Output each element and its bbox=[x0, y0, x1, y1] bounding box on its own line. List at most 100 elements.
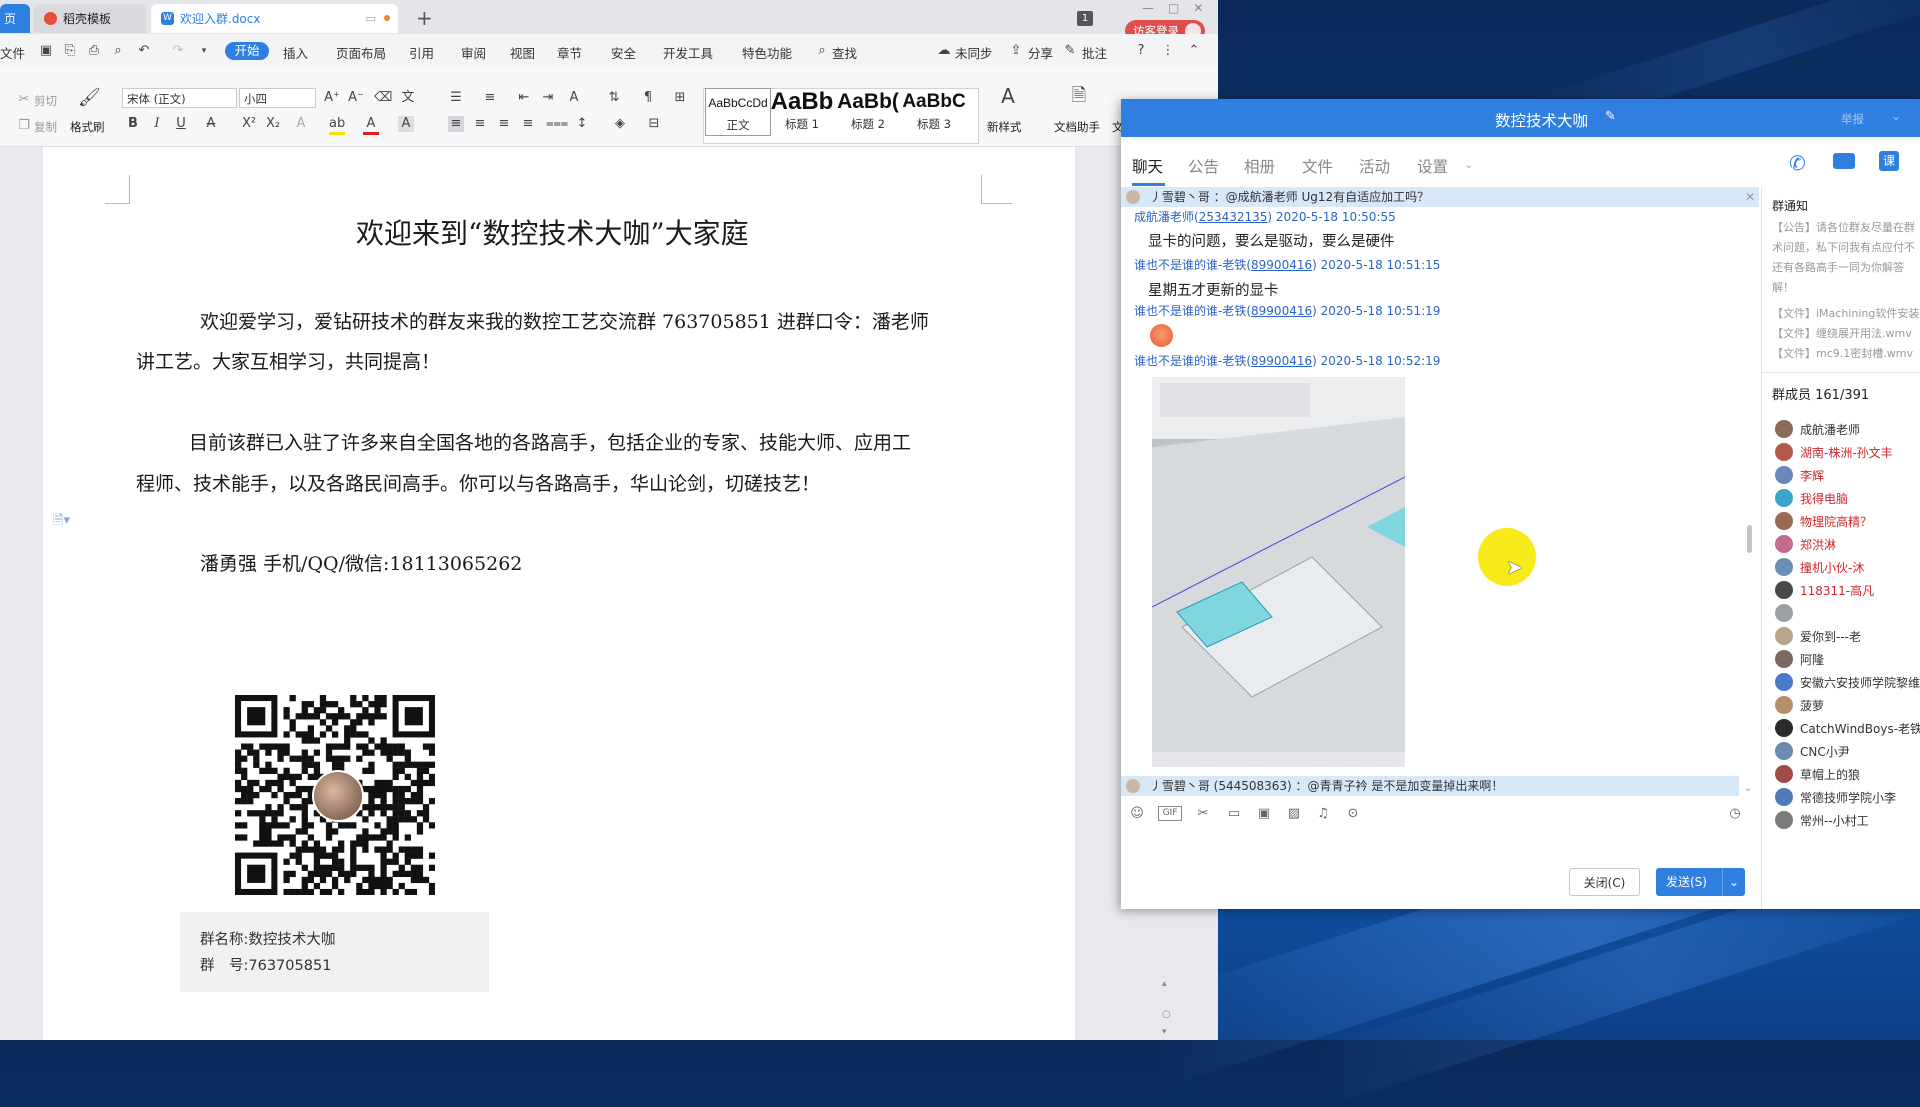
member-item[interactable]: 118311-高凡 bbox=[1775, 580, 1874, 600]
print-icon[interactable]: ⎙ bbox=[86, 43, 102, 59]
help-icon[interactable]: ? bbox=[1133, 43, 1149, 59]
member-item[interactable]: 我得电脑 bbox=[1775, 488, 1848, 508]
cut-icon[interactable]: ✂ bbox=[16, 92, 32, 108]
screenshot-scissors-icon[interactable]: ✂ bbox=[1195, 806, 1211, 822]
style-preset[interactable]: AaBb 标题 1 bbox=[770, 88, 834, 134]
member-item[interactable]: 菠萝 bbox=[1775, 695, 1824, 715]
justify-icon[interactable]: ≡ bbox=[520, 116, 536, 132]
scroll-select-object-icon[interactable]: ○ bbox=[1162, 1009, 1171, 1020]
cloud-sync-icon[interactable]: ☁ bbox=[936, 43, 952, 59]
search-icon[interactable]: ⌕ bbox=[814, 43, 830, 59]
group-class-icon[interactable]: 课 bbox=[1879, 151, 1899, 171]
notice-line[interactable]: 【公告】请各位群友尽量在群 bbox=[1772, 219, 1915, 235]
member-item[interactable]: 撞机小伙-沐 bbox=[1775, 557, 1864, 577]
tab-pin-icon[interactable]: ▭ bbox=[366, 12, 376, 25]
show-marks-icon[interactable]: ¶ bbox=[640, 90, 656, 106]
nav-tab[interactable]: 文件 bbox=[1302, 155, 1333, 177]
member-item[interactable]: 常州--小村工 bbox=[1775, 810, 1869, 830]
menu-item[interactable]: 页面布局 bbox=[336, 43, 386, 62]
style-preset[interactable]: AaBbCcDd 正文 bbox=[705, 88, 771, 136]
redo-icon[interactable]: ↷ bbox=[170, 43, 186, 59]
close-notice-icon[interactable]: ✕ bbox=[1745, 187, 1755, 207]
title-dropdown-icon[interactable]: ⌄ bbox=[1891, 109, 1901, 123]
msg-sender[interactable]: 谁也不是谁的谁-老铁 bbox=[1134, 258, 1246, 272]
edit-title-icon[interactable]: ✎ bbox=[1605, 109, 1616, 124]
menu-comment[interactable]: 批注 bbox=[1082, 43, 1107, 62]
menu-start[interactable]: 开始 bbox=[225, 42, 269, 60]
export-pdf-icon[interactable]: ⎘ bbox=[62, 43, 78, 59]
send-button[interactable]: 发送(S) ⌄ bbox=[1656, 868, 1745, 896]
more-icon[interactable]: ⋮ bbox=[1160, 43, 1176, 59]
image-icon[interactable]: ▨ bbox=[1286, 806, 1302, 822]
new-style-label[interactable]: 新样式 bbox=[987, 119, 1022, 135]
sort-icon[interactable]: ⇅ bbox=[606, 90, 622, 106]
menu-file[interactable]: 文件 bbox=[0, 43, 25, 62]
emoji-icon[interactable]: ☺ bbox=[1129, 806, 1145, 822]
msg-qq-number[interactable]: 89900416 bbox=[1251, 258, 1312, 272]
pinned-notice-bar[interactable]: 丿雪碧丶哥 ：@成航潘老师 Ug12有自适应加工吗？ ✕ bbox=[1121, 187, 1759, 207]
report-label[interactable]: 举报 bbox=[1841, 111, 1864, 127]
menu-search[interactable]: 查找 bbox=[832, 43, 857, 62]
superscript-icon[interactable]: X² bbox=[241, 116, 257, 132]
member-item[interactable]: 阿隆 bbox=[1775, 649, 1824, 669]
comment-icon[interactable]: ✎ bbox=[1062, 43, 1078, 59]
tab-home[interactable]: 页 bbox=[0, 4, 30, 33]
highlight-icon[interactable]: ab bbox=[329, 116, 345, 135]
undo-icon[interactable]: ↶ bbox=[136, 43, 152, 59]
borders-icon[interactable]: ⊟ bbox=[646, 116, 662, 132]
save-icon[interactable]: ▣ bbox=[38, 43, 54, 59]
nav-tab[interactable]: 设置 bbox=[1417, 155, 1448, 177]
folder-icon[interactable]: ▭ bbox=[1226, 806, 1242, 822]
member-item[interactable]: CatchWindBoys-老铁 bbox=[1775, 718, 1920, 738]
scroll-to-bottom-icon[interactable]: ⌄ bbox=[1744, 783, 1752, 794]
voice-call-icon[interactable]: ✆ bbox=[1789, 151, 1806, 175]
scroll-next-page-icon[interactable]: ▾ bbox=[1162, 1027, 1167, 1037]
nav-tab[interactable]: 聊天 bbox=[1132, 155, 1163, 177]
line-spacing-icon[interactable]: ↕ bbox=[574, 116, 590, 132]
copy-icon[interactable]: ❐ bbox=[16, 118, 32, 134]
nav-tab[interactable]: 活动 bbox=[1359, 155, 1390, 177]
table-layout-icon[interactable]: ⊞ bbox=[672, 90, 688, 106]
notice-line[interactable]: 术问题，私下问我有点应付不 bbox=[1772, 239, 1915, 255]
tab-document[interactable]: W 欢迎入群.docx ▭ bbox=[151, 4, 398, 33]
file-line[interactable]: 【文件】iMachining软件安装 bbox=[1772, 305, 1919, 321]
char-case-icon[interactable]: A bbox=[566, 90, 582, 106]
format-painter-icon[interactable]: 🖌 bbox=[78, 89, 101, 107]
msg-qq-number[interactable]: 253432135 bbox=[1199, 210, 1268, 224]
menu-item[interactable]: 安全 bbox=[611, 43, 636, 62]
menu-item[interactable]: 特色功能 bbox=[742, 43, 792, 62]
screenshot-image-message[interactable] bbox=[1152, 377, 1405, 767]
print-preview-icon[interactable]: ⌕ bbox=[110, 43, 126, 59]
send-options-dropdown-icon[interactable]: ⌄ bbox=[1722, 868, 1745, 896]
chat-scrollbar-thumb[interactable] bbox=[1747, 525, 1752, 553]
member-item[interactable]: 湖南-株洲-孙文丰 bbox=[1775, 442, 1893, 462]
new-style-icon[interactable]: A bbox=[995, 86, 1021, 106]
tab-template[interactable]: 稻壳模板 bbox=[34, 4, 146, 33]
file-line[interactable]: 【文件】缠绕展开用法.wmv bbox=[1772, 325, 1912, 341]
align-left-icon[interactable]: ≡ bbox=[448, 116, 464, 132]
cut-label[interactable]: 剪切 bbox=[34, 93, 57, 109]
strikethrough-icon[interactable]: A bbox=[203, 116, 219, 132]
align-right-icon[interactable]: ≡ bbox=[496, 116, 512, 132]
menu-item[interactable]: 审阅 bbox=[461, 43, 486, 62]
copy-label[interactable]: 复制 bbox=[34, 119, 57, 135]
menu-item[interactable]: 章节 bbox=[557, 43, 582, 62]
decrease-indent-icon[interactable]: ⇤ bbox=[516, 90, 532, 106]
increase-indent-icon[interactable]: ⇥ bbox=[540, 90, 556, 106]
doc-assistant-icon[interactable]: 🗎 bbox=[1068, 87, 1090, 105]
menu-unsynced[interactable]: 未同步 bbox=[955, 43, 993, 62]
member-item[interactable]: 李辉 bbox=[1775, 465, 1824, 485]
member-item[interactable]: 常德技师学院小李 bbox=[1775, 787, 1896, 807]
member-item[interactable]: CNC小尹 bbox=[1775, 741, 1850, 761]
numbering-icon[interactable]: ≡ bbox=[482, 90, 498, 106]
file-share-icon[interactable]: ▣ bbox=[1256, 806, 1272, 822]
clear-format-icon[interactable]: ⌫ bbox=[374, 90, 392, 106]
msg-sender[interactable]: 谁也不是谁的谁-老铁 bbox=[1134, 354, 1246, 368]
member-item[interactable]: 物理院高精？ bbox=[1775, 511, 1872, 531]
font-name-select[interactable]: 宋体 (正文) bbox=[122, 88, 237, 108]
bottom-notice-bar[interactable]: 丿雪碧丶哥 (544508363) ：@青青子衿 是不是加变量掉出来啊！ bbox=[1121, 776, 1739, 796]
doc-assistant-label[interactable]: 文档助手 bbox=[1054, 119, 1100, 135]
italic-icon[interactable]: I bbox=[149, 116, 165, 132]
shading-icon[interactable]: ◈ bbox=[612, 116, 628, 132]
file-line[interactable]: 【文件】mc9.1密封槽.wmv bbox=[1772, 345, 1913, 361]
